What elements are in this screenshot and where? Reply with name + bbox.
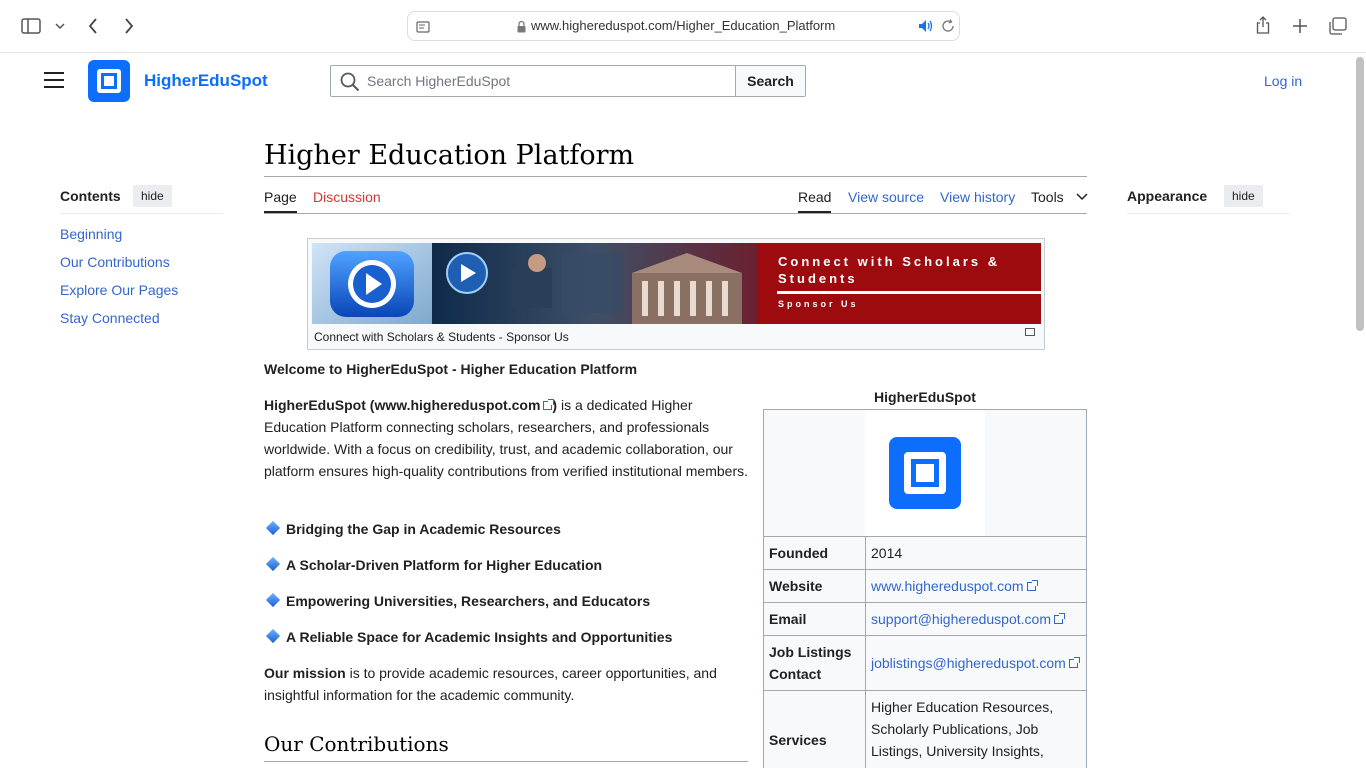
search-form: Search — [330, 65, 806, 97]
share-icon[interactable] — [1254, 14, 1272, 36]
address-url[interactable]: www.highereduspot.com/Higher_Education_P… — [531, 18, 835, 33]
toc-header: Contents hide — [60, 185, 223, 214]
infobox-key: Founded — [764, 537, 866, 569]
tab-overview-icon[interactable] — [1328, 16, 1348, 36]
infobox-logo-row — [764, 410, 1086, 537]
infobox-row-website: Website www.highereduspot.com — [764, 570, 1086, 603]
diamond-icon — [265, 628, 281, 644]
banner-caption: Connect with Scholars & Students - Spons… — [314, 330, 569, 344]
chevron-down-icon — [1076, 193, 1088, 201]
toc-item-our-contributions[interactable]: Our Contributions — [60, 254, 170, 270]
sidebar-toggle-icon[interactable] — [20, 16, 42, 36]
tab-read[interactable]: Read — [798, 189, 832, 213]
sponsor-banner[interactable]: Connect with Scholars & Students Sponsor… — [307, 238, 1045, 350]
list-item: Empowering Universities, Researchers, an… — [264, 592, 650, 609]
welcome-heading: Welcome to HigherEduSpot - Higher Educat… — [264, 361, 638, 377]
infobox-logo[interactable] — [889, 437, 961, 509]
infobox-row-email: Email support@highereduspot.com — [764, 603, 1086, 636]
site-name[interactable]: HigherEduSpot — [144, 71, 268, 91]
site-logo[interactable] — [88, 60, 130, 102]
intro-website-link[interactable]: www.highereduspot.com — [374, 397, 540, 413]
diamond-icon — [265, 592, 281, 608]
infobox-value: Higher Education Resources, Scholarly Pu… — [866, 691, 1086, 768]
browser-toolbar: www.highereduspot.com/Higher_Education_P… — [0, 0, 1366, 53]
mission-bold: Our mission — [264, 665, 346, 681]
diamond-icon — [265, 556, 281, 572]
external-link-icon — [1053, 612, 1065, 624]
enlarge-icon[interactable] — [1025, 328, 1035, 336]
toc-title: Contents — [60, 188, 121, 204]
section-divider — [264, 761, 748, 762]
tab-page[interactable]: Page — [264, 189, 297, 213]
infobox-key: Email — [764, 603, 866, 635]
email-link[interactable]: support@highereduspot.com — [871, 608, 1051, 630]
toc-hide-button[interactable]: hide — [133, 185, 172, 207]
back-button[interactable] — [84, 16, 102, 36]
banner-subline: Sponsor Us — [778, 299, 859, 309]
speaker-icon[interactable] — [918, 19, 934, 36]
lock-icon — [517, 20, 526, 36]
banner-headline-1: Connect with Scholars & — [778, 254, 1001, 269]
website-link[interactable]: www.highereduspot.com — [871, 575, 1024, 597]
external-link-icon — [1068, 656, 1080, 668]
search-input[interactable] — [331, 66, 735, 96]
login-link[interactable]: Log in — [1264, 73, 1302, 89]
tools-menu[interactable]: Tools — [1031, 189, 1088, 205]
infobox-key: Website — [764, 570, 866, 602]
section-heading: Our Contributions — [264, 732, 449, 756]
job-listings-email-link[interactable]: joblistings@highereduspot.com — [871, 652, 1066, 674]
infobox-title: HigherEduSpot — [874, 389, 976, 405]
list-item: Bridging the Gap in Academic Resources — [264, 520, 561, 537]
tabs-divider — [264, 213, 1087, 214]
external-link-icon — [543, 399, 555, 410]
infobox-key: Services — [764, 691, 866, 768]
infobox-row-services: Services Higher Education Resources, Sch… — [764, 691, 1086, 768]
external-link-icon — [1026, 579, 1038, 591]
mission-paragraph: Our mission is to provide academic resou… — [264, 662, 749, 706]
tab-view-history[interactable]: View history — [940, 189, 1015, 205]
appearance-title: Appearance — [1127, 188, 1208, 204]
infobox-row-founded: Founded 2014 — [764, 537, 1086, 570]
scrollbar-thumb[interactable] — [1356, 57, 1364, 331]
reload-icon[interactable] — [941, 19, 955, 36]
toc-item-stay-connected[interactable]: Stay Connected — [60, 310, 160, 326]
page-menu-icon[interactable] — [416, 20, 430, 36]
tab-discussion[interactable]: Discussion — [313, 189, 381, 205]
list-item: A Reliable Space for Academic Insights a… — [264, 628, 672, 645]
new-tab-icon[interactable] — [1291, 17, 1309, 35]
diamond-icon — [265, 520, 281, 536]
infobox: Founded 2014 Website www.highereduspot.c… — [763, 409, 1087, 768]
infobox-row-job-listings: Job Listings Contact joblistings@highere… — [764, 636, 1086, 691]
intro-paragraph: HigherEduSpot (www.highereduspot.com) is… — [264, 397, 748, 479]
tab-view-source[interactable]: View source — [848, 189, 924, 205]
search-button[interactable]: Search — [735, 66, 805, 96]
main-menu-icon[interactable] — [44, 72, 64, 90]
appearance-hide-button[interactable]: hide — [1224, 185, 1263, 207]
tools-label: Tools — [1031, 189, 1064, 205]
forward-button[interactable] — [120, 16, 138, 36]
chevron-down-icon[interactable] — [54, 20, 66, 32]
appearance-header: Appearance hide — [1127, 185, 1290, 214]
toc-item-beginning[interactable]: Beginning — [60, 226, 122, 242]
banner-headline-2: Students — [778, 271, 858, 286]
infobox-key: Job Listings Contact — [764, 636, 866, 690]
address-bar[interactable]: www.highereduspot.com/Higher_Education_P… — [407, 11, 960, 41]
toc-item-explore-our-pages[interactable]: Explore Our Pages — [60, 282, 178, 298]
banner-image[interactable]: Connect with Scholars & Students Sponsor… — [312, 243, 1041, 324]
search-icon — [340, 72, 360, 95]
infobox-value: 2014 — [866, 537, 1086, 569]
list-item: A Scholar-Driven Platform for Higher Edu… — [264, 556, 602, 573]
intro-name: HigherEduSpot — [264, 397, 366, 413]
title-divider — [264, 176, 1087, 177]
page-title: Higher Education Platform — [264, 140, 635, 171]
